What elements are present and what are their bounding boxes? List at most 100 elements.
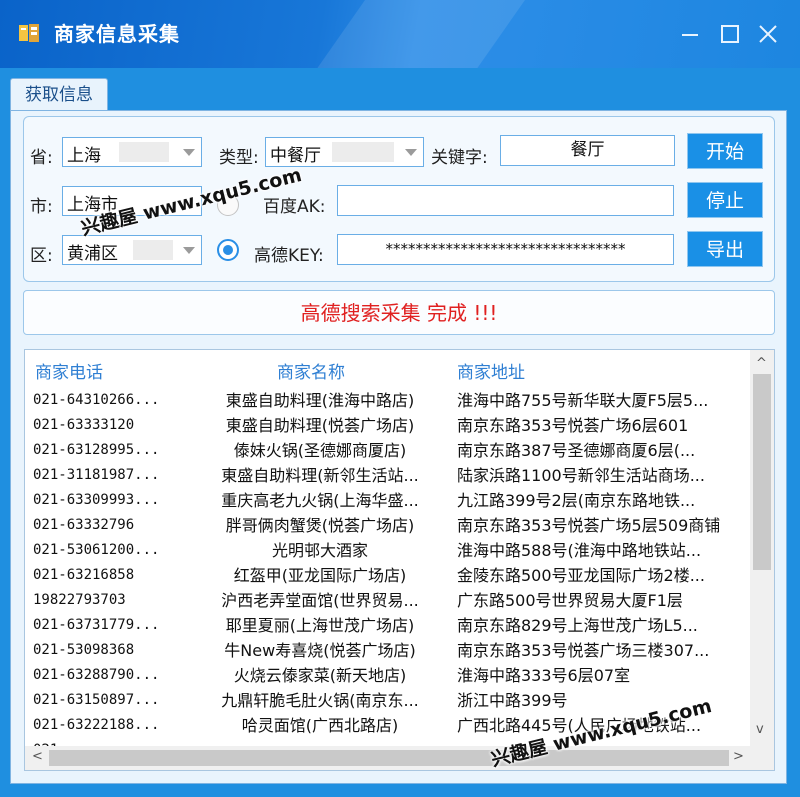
table-row[interactable]: 021-53098368 牛New寿喜烧(悦荟广场店) 南京东路353号悦荟广场三楼…: [25, 638, 749, 663]
chevron-down-icon[interactable]: [183, 247, 195, 254]
app-icon: [19, 24, 39, 42]
cell-phone: 021-53098368: [33, 642, 135, 658]
cell-phone: 021-63731779...: [33, 617, 160, 633]
cell-name: 東盛自助料理(新邻生活站...: [221, 466, 419, 485]
cell-phone: 021-63222188...: [33, 717, 160, 733]
keyword-label: 关键字:: [431, 148, 488, 168]
header-address[interactable]: 商家地址: [457, 358, 525, 383]
cell-name: 重庆高老九火锅(上海华盛...: [221, 491, 419, 510]
district-label: 区:: [30, 246, 53, 266]
district-value: 黄浦区: [67, 244, 118, 264]
scroll-thumb[interactable]: [753, 374, 771, 570]
cell-phone: 021-63333120: [33, 417, 135, 433]
title-bar-decoration: [287, 0, 533, 68]
horizontal-scrollbar[interactable]: < >: [25, 746, 750, 770]
cell-address: 南京东路353号悦荟广场5层509商铺: [457, 516, 721, 535]
status-message: 高德搜索采集 完成 !!!: [23, 290, 775, 335]
baidu-ak-input[interactable]: [337, 185, 674, 216]
export-button[interactable]: 导出: [687, 231, 763, 267]
select-shade: [119, 142, 169, 162]
table-row[interactable]: 021-31181987... 東盛自助料理(新邻生活站... 陆家浜路1100号新…: [25, 463, 749, 488]
cell-address: 金陵东路500号亚龙国际广场2楼...: [457, 566, 705, 585]
table-row[interactable]: 021-63288790... 火烧云傣家菜(新天地店) 淮海中路333号6层07室: [25, 663, 749, 688]
cell-address: 九江路399号2层(南京东路地铁...: [457, 491, 696, 510]
table-row[interactable]: 021-63332796 胖哥俩肉蟹煲(悦荟广场店) 南京东路353号悦荟广场5层5…: [25, 513, 749, 538]
cell-name: 耶里夏丽(上海世茂广场店): [225, 616, 415, 635]
cell-address: 南京东路387号圣德娜商厦6层(...: [457, 441, 696, 460]
stop-button[interactable]: 停止: [687, 182, 763, 218]
chevron-down-icon[interactable]: [405, 149, 417, 156]
cell-phone: 021-63288790...: [33, 667, 160, 683]
cell-name: 牛New寿喜烧(悦荟广场店): [224, 641, 416, 660]
cell-name: ...: [185, 738, 455, 746]
header-phone[interactable]: 商家电话: [35, 358, 103, 383]
cell-name: 傣妹火锅(圣德娜商厦店): [233, 441, 407, 460]
table-row[interactable]: 021-.........: [25, 738, 749, 746]
cell-name: 火烧云傣家菜(新天地店): [233, 666, 407, 685]
province-select[interactable]: 上海: [62, 137, 202, 167]
baidu-ak-label: 百度AK:: [263, 197, 326, 217]
start-button[interactable]: 开始: [687, 133, 763, 169]
city-label: 市:: [30, 197, 53, 217]
scroll-thumb-horizontal[interactable]: [49, 750, 729, 766]
tab-get-info[interactable]: 获取信息: [10, 78, 108, 111]
cell-name: 東盛自助料理(悦荟广场店): [225, 416, 415, 435]
cell-phone: 021-...: [33, 738, 183, 746]
close-icon[interactable]: [754, 20, 782, 48]
type-label: 类型:: [219, 148, 259, 168]
window-title: 商家信息采集: [54, 22, 180, 46]
header-name[interactable]: 商家名称: [277, 358, 345, 383]
maximize-icon[interactable]: [716, 20, 744, 48]
table-row[interactable]: 021-64310266... 東盛自助料理(淮海中路店) 淮海中路755号新华联大…: [25, 388, 749, 413]
scroll-down-icon[interactable]: v: [756, 722, 768, 737]
cell-name: 沪西老弄堂面馆(世界贸易...: [221, 591, 419, 610]
table-row[interactable]: 021-53061200... 光明邨大酒家 淮海中路588号(淮海中路地铁站...: [25, 538, 749, 563]
cell-name: 九鼎轩脆毛肚火锅(南京东...: [221, 691, 419, 710]
chevron-down-icon[interactable]: [183, 149, 195, 156]
table-row[interactable]: 021-63309993... 重庆高老九火锅(上海华盛... 九江路399号2层(…: [25, 488, 749, 513]
cell-phone: 19822793703: [33, 592, 126, 608]
gaode-key-input[interactable]: ********************************: [337, 234, 674, 265]
keyword-input[interactable]: 餐厅: [500, 135, 675, 166]
cell-phone: 021-63128995...: [33, 442, 160, 458]
cell-address: 南京东路353号悦荟广场6层601: [457, 416, 689, 435]
cell-phone: 021-63332796: [33, 517, 135, 533]
cell-address: 淮海中路755号新华联大厦F5层5...: [457, 391, 709, 410]
district-select[interactable]: 黄浦区: [62, 235, 202, 265]
province-value: 上海: [67, 146, 101, 166]
title-bar[interactable]: 商家信息采集: [0, 0, 800, 68]
scroll-right-icon[interactable]: >: [733, 749, 744, 764]
cell-name: 光明邨大酒家: [271, 541, 368, 560]
scroll-corner: [750, 746, 774, 770]
cell-name: 東盛自助料理(淮海中路店): [225, 391, 415, 410]
gaode-radio[interactable]: [217, 239, 239, 261]
cell-phone: 021-31181987...: [33, 467, 160, 483]
cell-name: 胖哥俩肉蟹煲(悦荟广场店): [225, 516, 415, 535]
cell-address: 南京东路353号悦荟广场三楼307...: [457, 641, 710, 660]
select-shade: [332, 142, 394, 162]
minimize-icon[interactable]: [676, 20, 704, 48]
select-shade: [133, 240, 173, 260]
table-row[interactable]: 19822793703 沪西老弄堂面馆(世界贸易... 广东路500号世界贸易大厦F…: [25, 588, 749, 613]
cell-address: 淮海中路588号(淮海中路地铁站...: [457, 541, 702, 560]
cell-address: 广东路500号世界贸易大厦F1层: [457, 591, 683, 610]
table-row[interactable]: 021-63216858 红盔甲(亚龙国际广场店) 金陵东路500号亚龙国际广场2楼…: [25, 563, 749, 588]
table-row[interactable]: 021-63333120 東盛自助料理(悦荟广场店) 南京东路353号悦荟广场6层6…: [25, 413, 749, 438]
gaode-key-label: 高德KEY:: [254, 246, 324, 266]
cell-phone: 021-53061200...: [33, 542, 160, 558]
cell-address: 陆家浜路1100号新邻生活站商场...: [457, 466, 705, 485]
province-label: 省:: [30, 148, 53, 168]
cell-phone: 021-63309993...: [33, 492, 160, 508]
scroll-left-icon[interactable]: <: [32, 749, 43, 764]
cell-address: 南京东路829号上海世茂广场L5...: [457, 616, 698, 635]
table-body: 021-64310266... 東盛自助料理(淮海中路店) 淮海中路755号新华联大…: [25, 388, 749, 746]
cell-phone: 021-63216858: [33, 567, 135, 583]
table-row[interactable]: 021-63731779... 耶里夏丽(上海世茂广场店) 南京东路829号上海世茂…: [25, 613, 749, 638]
vertical-scrollbar[interactable]: ^ v: [750, 350, 774, 746]
cell-name: 红盔甲(亚龙国际广场店): [233, 566, 407, 585]
cell-phone: 021-64310266...: [33, 392, 160, 408]
cell-phone: 021-63150897...: [33, 692, 160, 708]
table-row[interactable]: 021-63128995... 傣妹火锅(圣德娜商厦店) 南京东路387号圣德娜商厦…: [25, 438, 749, 463]
cell-name: 哈灵面馆(广西北路店): [241, 716, 399, 735]
scroll-up-icon[interactable]: ^: [756, 356, 768, 371]
